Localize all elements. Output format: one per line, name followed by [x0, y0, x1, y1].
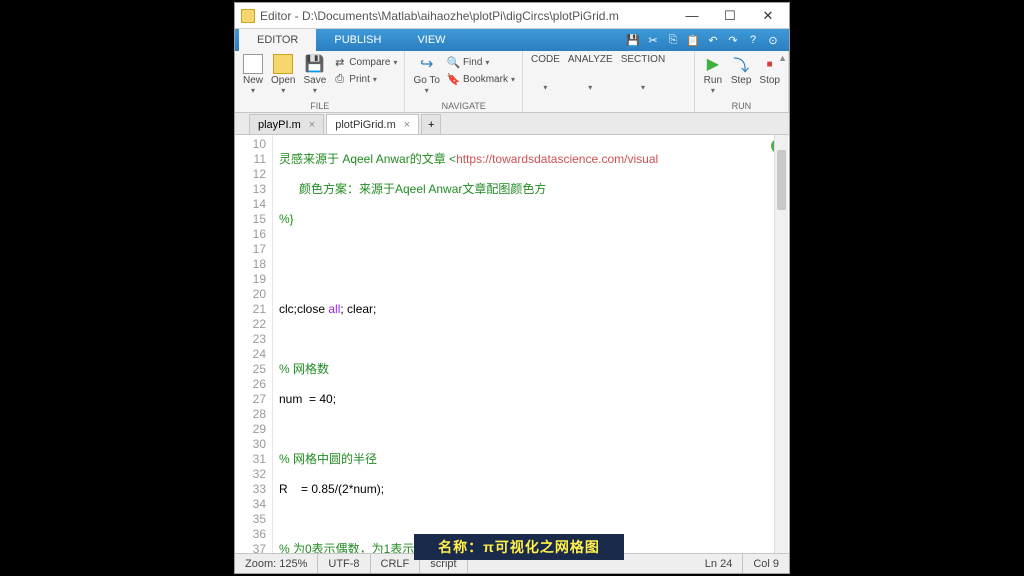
run-icon: ▶ — [703, 54, 723, 74]
tab-playpi[interactable]: playPI.m× — [249, 114, 324, 134]
step-button[interactable]: ⤵Step — [727, 53, 756, 87]
close-button[interactable]: ✕ — [749, 4, 787, 28]
step-icon: ⤵ — [731, 54, 751, 74]
save-button[interactable]: 💾Save▾ — [299, 53, 330, 96]
save-icon: 💾 — [305, 54, 325, 74]
status-encoding[interactable]: UTF-8 — [318, 554, 370, 573]
window-title: Editor - D:\Documents\Matlab\aihaozhe\pl… — [260, 9, 673, 23]
bookmark-button[interactable]: 🔖Bookmark ▾ — [447, 71, 515, 88]
find-icon: 🔍 — [447, 56, 460, 69]
bookmark-icon: 🔖 — [447, 73, 460, 86]
group-label-run: RUN — [699, 101, 784, 112]
compare-icon: ⇄ — [333, 56, 346, 69]
print-button[interactable]: ⎙Print ▾ — [333, 71, 397, 88]
qa-redo-icon[interactable]: ↷ — [725, 32, 741, 48]
app-icon — [241, 9, 255, 23]
group-label-navigate: NAVIGATE — [409, 101, 518, 112]
tab-plotpigrid[interactable]: plotPiGrid.m× — [326, 114, 419, 134]
tab-view[interactable]: VIEW — [399, 29, 463, 51]
tab-add[interactable]: + — [421, 114, 441, 134]
line-gutter: 1011121314151617181920212223242526272829… — [235, 135, 273, 553]
code-dropdown[interactable]: CODE▾ — [527, 53, 564, 93]
new-button[interactable]: New▾ — [239, 53, 267, 96]
goto-button[interactable]: ↪Go To▾ — [409, 53, 444, 96]
print-icon: ⎙ — [333, 73, 346, 86]
ribbon-group-navigate: ↪Go To▾ 🔍Find ▾ 🔖Bookmark ▾ NAVIGATE — [405, 51, 523, 112]
maximize-button[interactable]: ☐ — [711, 4, 749, 28]
titlebar: Editor - D:\Documents\Matlab\aihaozhe\pl… — [235, 3, 789, 29]
minimize-button[interactable]: — — [673, 4, 711, 28]
find-button[interactable]: 🔍Find ▾ — [447, 54, 515, 71]
section-dropdown[interactable]: SECTION▾ — [617, 53, 669, 93]
vertical-scrollbar[interactable] — [774, 135, 788, 553]
chevron-down-icon: ▾ — [281, 86, 285, 95]
qa-help-icon[interactable]: ? — [745, 32, 761, 48]
chevron-down-icon: ▾ — [313, 86, 317, 95]
code-area[interactable]: 灵感来源于 Aqeel Anwar的文章 <https://towardsdat… — [273, 135, 789, 553]
code-editor[interactable]: 1011121314151617181920212223242526272829… — [235, 135, 789, 553]
analyze-dropdown[interactable]: ANALYZE▾ — [564, 53, 617, 93]
video-caption-overlay: 名称：π可视化之网格图 — [414, 534, 624, 560]
chevron-down-icon: ▾ — [251, 86, 255, 95]
chevron-down-icon: ▾ — [588, 83, 592, 92]
chevron-down-icon: ▾ — [711, 86, 715, 95]
scroll-thumb[interactable] — [777, 150, 786, 210]
goto-icon: ↪ — [417, 54, 437, 74]
chevron-down-icon: ▾ — [511, 75, 515, 84]
qa-paste-icon[interactable]: 📋 — [685, 32, 701, 48]
qa-undo-icon[interactable]: ↶ — [705, 32, 721, 48]
chevron-down-icon: ▾ — [425, 86, 429, 95]
ribbon-group-run: ▶Run▾ ⤵Step ■Stop RUN — [695, 51, 789, 112]
qa-save-icon[interactable]: 💾 — [625, 32, 641, 48]
qa-cut-icon[interactable]: ✂ — [645, 32, 661, 48]
status-eol[interactable]: CRLF — [371, 554, 421, 573]
tab-close-icon[interactable]: × — [404, 119, 410, 131]
ribbon: New▾ Open▾ 💾Save▾ ⇄Compare ▾ ⎙Print ▾ FI… — [235, 51, 789, 113]
status-zoom[interactable]: Zoom: 125% — [235, 554, 318, 573]
open-folder-icon — [273, 54, 293, 74]
chevron-down-icon: ▾ — [485, 58, 489, 67]
new-doc-icon — [243, 54, 263, 74]
status-line: Ln 24 — [695, 554, 744, 573]
tab-publish[interactable]: PUBLISH — [316, 29, 399, 51]
chevron-down-icon: ▾ — [373, 75, 377, 84]
open-button[interactable]: Open▾ — [267, 53, 299, 96]
qa-copy-icon[interactable]: ⎘ — [665, 32, 681, 48]
window-controls: — ☐ ✕ — [673, 4, 787, 28]
quick-access-bar: EDITOR PUBLISH VIEW 💾 ✂ ⎘ 📋 ↶ ↷ ? ⊙ — [235, 29, 789, 51]
status-col: Col 9 — [743, 554, 789, 573]
ribbon-collapse-icon[interactable]: ▲ — [778, 53, 787, 63]
editor-tabbar: playPI.m× plotPiGrid.m× + — [235, 113, 789, 135]
run-button[interactable]: ▶Run▾ — [699, 53, 727, 96]
tab-close-icon[interactable]: × — [309, 119, 315, 131]
editor-window: Editor - D:\Documents\Matlab\aihaozhe\pl… — [234, 2, 790, 574]
compare-button[interactable]: ⇄Compare ▾ — [333, 54, 397, 71]
chevron-down-icon: ▾ — [393, 58, 397, 67]
tab-editor[interactable]: EDITOR — [239, 29, 316, 51]
group-label-file: FILE — [239, 101, 400, 112]
ribbon-group-file: New▾ Open▾ 💾Save▾ ⇄Compare ▾ ⎙Print ▾ FI… — [235, 51, 405, 112]
qa-collapse-icon[interactable]: ⊙ — [765, 32, 781, 48]
stop-icon: ■ — [760, 54, 780, 74]
ribbon-group-middle: CODE▾ ANALYZE▾ SECTION▾ — [523, 51, 695, 112]
chevron-down-icon: ▾ — [641, 83, 645, 92]
chevron-down-icon: ▾ — [543, 83, 547, 92]
